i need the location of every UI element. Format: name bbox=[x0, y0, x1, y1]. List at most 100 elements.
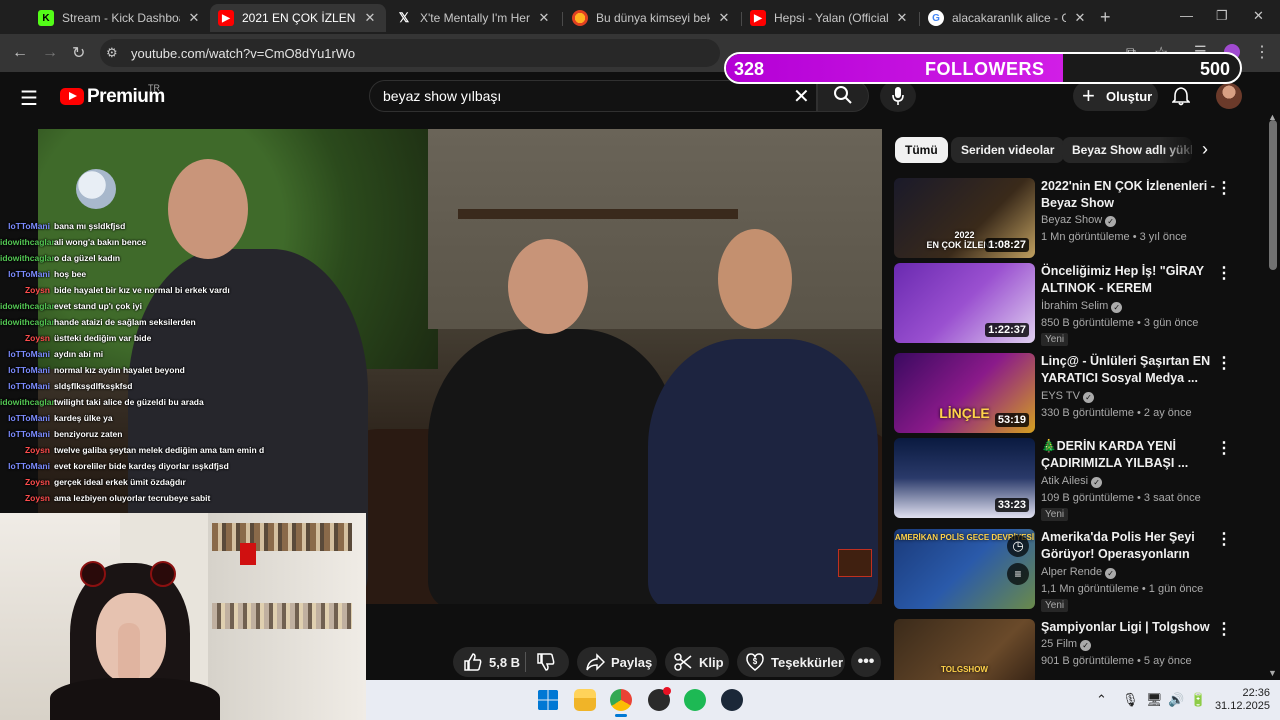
video-menu-icon[interactable]: ⋮ bbox=[1216, 263, 1232, 283]
tab-youtube-hepsi[interactable]: ▶ Hepsi - Yalan (Official Vide ✕ bbox=[742, 4, 918, 32]
verified-icon: ✓ bbox=[1082, 392, 1094, 403]
channel-name[interactable]: İbrahim Selim ✓ bbox=[1041, 300, 1123, 313]
video-thumbnail[interactable]: 2022 EN ÇOK İZLENEN 1:08:27 bbox=[894, 178, 1035, 258]
video-thumbnail[interactable]: 33:23 bbox=[894, 438, 1035, 518]
close-icon[interactable]: ✕ bbox=[716, 10, 732, 26]
microphone-tray-icon[interactable]: 🎙 bbox=[1122, 692, 1139, 708]
share-button[interactable]: Paylaş bbox=[577, 647, 657, 677]
search-query-text[interactable]: beyaz show yılbaşı bbox=[383, 88, 501, 104]
video-title[interactable]: Önceliğimiz Hep İş! "GİRAY ALTINOK - KER… bbox=[1041, 263, 1216, 297]
channel-name[interactable]: 25 Film ✓ bbox=[1041, 638, 1092, 651]
clear-search-icon[interactable]: ✕ bbox=[793, 84, 810, 109]
related-video[interactable]: LİNÇLE 53:19 Linç@ - Ünlüleri Şaşırtan E… bbox=[894, 353, 1264, 433]
channel-name[interactable]: EYS TV ✓ bbox=[1041, 390, 1094, 403]
video-menu-icon[interactable]: ⋮ bbox=[1216, 619, 1232, 639]
forward-icon[interactable]: → bbox=[42, 44, 58, 62]
channel-name[interactable]: Alper Rende ✓ bbox=[1041, 566, 1117, 579]
back-icon[interactable]: ← bbox=[12, 44, 28, 62]
system-clock[interactable]: 22:36 31.12.2025 bbox=[1214, 687, 1270, 713]
tab-google[interactable]: G alacakaranlık alice - Googl ✕ bbox=[920, 4, 1096, 32]
chip-all[interactable]: Tümü bbox=[895, 137, 948, 163]
chat-message: Zoysn bide hayalet bir kız ve normal bi e… bbox=[0, 285, 230, 301]
thanks-button[interactable]: $ Teşekkürler bbox=[737, 647, 845, 677]
steam-icon[interactable] bbox=[721, 689, 743, 711]
chevron-right-icon[interactable]: › bbox=[1202, 139, 1208, 160]
url-text[interactable]: youtube.com/watch?v=CmO8dYu1rWo bbox=[131, 46, 355, 61]
video-thumbnail[interactable]: AMERİKAN POLİS GECE DEVRİYESİ ◷ ≡ bbox=[894, 529, 1035, 609]
close-icon[interactable]: ✕ bbox=[894, 10, 910, 26]
reload-icon[interactable]: ↻ bbox=[72, 43, 85, 63]
related-video[interactable]: AMERİKAN POLİS GECE DEVRİYESİ ◷ ≡ Amerik… bbox=[894, 529, 1264, 612]
file-explorer-icon[interactable] bbox=[574, 689, 596, 711]
tab-x-post[interactable]: 𝕏 X'te Mentally I'm Here: ""S ✕ bbox=[388, 4, 560, 32]
tray-overflow-icon[interactable]: ⌃ bbox=[1096, 692, 1107, 708]
windows-start-icon[interactable] bbox=[537, 689, 559, 711]
svg-text:$: $ bbox=[753, 657, 758, 666]
video-meta: 1,1 Mn görüntüleme • 1 gün önce bbox=[1041, 583, 1204, 595]
video-title[interactable]: Şampiyonlar Ligi | Tolgshow bbox=[1041, 619, 1216, 636]
google-icon: G bbox=[928, 10, 944, 26]
page-scrollbar[interactable] bbox=[1269, 120, 1277, 270]
chip-label: Tümü bbox=[905, 143, 938, 157]
browser-menu-icon[interactable]: ⋮ bbox=[1254, 42, 1270, 62]
video-duration: 1:22:37 bbox=[985, 323, 1029, 337]
close-icon[interactable]: ✕ bbox=[362, 10, 378, 26]
user-avatar[interactable] bbox=[1216, 83, 1242, 109]
video-menu-icon[interactable]: ⋮ bbox=[1216, 178, 1232, 198]
like-button[interactable]: 5,8 B bbox=[453, 652, 525, 672]
close-icon[interactable]: ✕ bbox=[536, 10, 552, 26]
scroll-down-arrow-icon[interactable]: ▼ bbox=[1268, 668, 1277, 678]
close-icon[interactable]: ✕ bbox=[1072, 10, 1088, 26]
video-menu-icon[interactable]: ⋮ bbox=[1216, 529, 1232, 549]
chat-text: ali wong'a bakın bence bbox=[54, 237, 147, 247]
chat-username: Zoysn bbox=[24, 445, 50, 455]
chip-series[interactable]: Seriden videolar bbox=[951, 137, 1065, 163]
chat-username: Zoysn bbox=[24, 333, 50, 343]
video-title[interactable]: 🎄DERİN KARDA YENİ ÇADIRIMIZLA YILBAŞI ..… bbox=[1041, 438, 1216, 472]
share-icon bbox=[586, 653, 605, 671]
related-video[interactable]: 1:22:37 Önceliğimiz Hep İş! "GİRAY ALTIN… bbox=[894, 263, 1264, 346]
network-icon[interactable]: 🖥 bbox=[1146, 692, 1163, 708]
volume-icon[interactable]: 🔊 bbox=[1168, 692, 1184, 708]
video-thumbnail[interactable]: LİNÇLE 53:19 bbox=[894, 353, 1035, 433]
video-menu-icon[interactable]: ⋮ bbox=[1216, 353, 1232, 373]
chat-message: loTToMani evet koreliler bide kardeş diyo… bbox=[0, 461, 229, 477]
tab-youtube-active[interactable]: ▶ 2021 EN ÇOK İZLENENLER ✕ bbox=[210, 4, 386, 32]
related-video[interactable]: 33:23 🎄DERİN KARDA YENİ ÇADIRIMIZLA YILB… bbox=[894, 438, 1264, 521]
hamburger-menu-icon[interactable]: ☰ bbox=[20, 86, 38, 111]
dislike-button[interactable] bbox=[526, 652, 556, 672]
chat-text: aydın abi mi bbox=[54, 349, 104, 359]
watch-later-icon[interactable]: ◷ bbox=[1007, 535, 1029, 557]
region-code: TR bbox=[148, 83, 160, 93]
maximize-icon[interactable]: ❐ bbox=[1216, 8, 1228, 24]
like-dislike-group: 5,8 B bbox=[453, 647, 569, 677]
spotify-icon[interactable] bbox=[684, 689, 706, 711]
clip-button[interactable]: Klip bbox=[665, 647, 729, 677]
video-title[interactable]: 2022'nin EN ÇOK İzlenenleri - Beyaz Show bbox=[1041, 178, 1216, 212]
more-actions-button[interactable]: ••• bbox=[851, 647, 881, 677]
video-thumbnail[interactable]: 1:22:37 bbox=[894, 263, 1035, 343]
minimize-icon[interactable]: — bbox=[1180, 8, 1193, 23]
battery-icon[interactable]: 🔋 bbox=[1190, 692, 1206, 708]
video-title[interactable]: Amerika'da Polis Her Şeyi Görüyor! Opera… bbox=[1041, 529, 1216, 563]
tab-site[interactable]: Bu dünya kimseyi bekleme ✕ bbox=[564, 4, 740, 32]
window-close-icon[interactable]: ✕ bbox=[1253, 8, 1264, 24]
notifications-bell-icon[interactable] bbox=[1172, 86, 1190, 106]
chrome-icon[interactable] bbox=[610, 689, 632, 711]
youtube-logo-icon[interactable] bbox=[60, 88, 84, 105]
close-icon[interactable]: ✕ bbox=[186, 10, 202, 26]
video-menu-icon[interactable]: ⋮ bbox=[1216, 438, 1232, 458]
new-tab-icon[interactable]: + bbox=[1100, 7, 1111, 28]
channel-name[interactable]: Atik Ailesi ✓ bbox=[1041, 475, 1103, 488]
new-badge: Yeni bbox=[1041, 599, 1069, 612]
video-title[interactable]: Linç@ - Ünlüleri Şaşırtan EN YARATICI So… bbox=[1041, 353, 1216, 387]
subscribe-watermark-icon[interactable] bbox=[838, 549, 872, 577]
site-info-icon[interactable]: ⚙ bbox=[106, 45, 118, 61]
host-head bbox=[168, 159, 248, 259]
related-video[interactable]: 2022 EN ÇOK İZLENEN 1:08:27 2022'nin EN Ç… bbox=[894, 178, 1264, 258]
guest-head bbox=[718, 229, 792, 329]
add-to-queue-icon[interactable]: ≡ bbox=[1007, 563, 1029, 585]
chat-username: Zoysn bbox=[24, 285, 50, 295]
tab-kick-dashboard[interactable]: K Stream - Kick Dashboard ✕ bbox=[30, 4, 210, 32]
channel-name[interactable]: Beyaz Show ✓ bbox=[1041, 214, 1117, 227]
